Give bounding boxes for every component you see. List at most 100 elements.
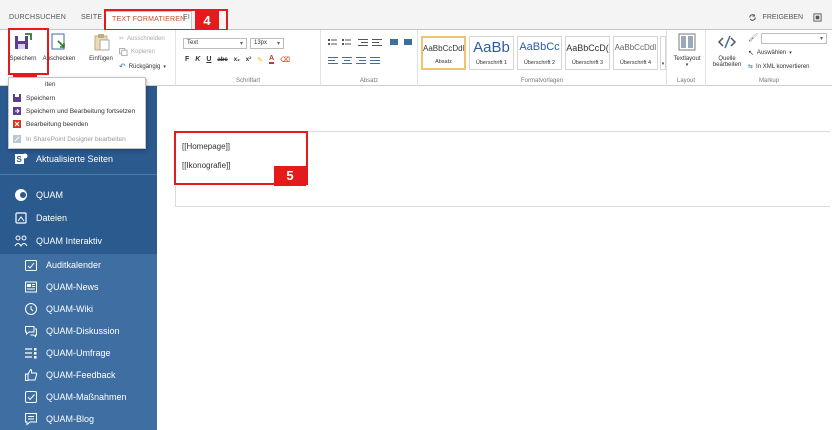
style-sample: AaBbCcDdI	[614, 43, 657, 52]
paste-button[interactable]: Einfügen	[84, 32, 118, 62]
annotation-box-6	[8, 28, 49, 75]
font-color-icon[interactable]: A	[268, 55, 275, 64]
thumbs-up-icon	[25, 368, 38, 381]
nav-item-label: Auditkalender	[46, 260, 102, 270]
chevron-down-icon: ▾	[789, 50, 792, 56]
style-sample: AaBbCcD(	[566, 43, 609, 53]
layout-group-label: Layout	[676, 78, 695, 84]
annotation-badge-5: 5	[274, 166, 306, 186]
undo-icon: ↶	[119, 62, 126, 71]
editor-bottom-border	[175, 206, 830, 207]
style-absatz[interactable]: AaBbCcDdI Absatz	[421, 36, 466, 70]
copy-button[interactable]: Kopieren	[119, 48, 155, 56]
menu-item-sharepoint-designer[interactable]: In SharePoint Designer bearbeiten	[13, 135, 126, 143]
cut-label: Ausschneiden	[127, 35, 165, 42]
nav-quam-umfrage[interactable]: QUAM-Umfrage	[0, 342, 157, 364]
font-family-select[interactable]: Text ▾	[183, 38, 247, 49]
tab-seite[interactable]: SEITE	[81, 14, 102, 21]
strikethrough-button[interactable]: abc	[217, 57, 227, 63]
menu-item-label: Bearbeitung beenden	[26, 120, 89, 128]
subscript-button[interactable]: x₂	[234, 57, 240, 63]
nav-auditkalender[interactable]: Auditkalender	[0, 254, 157, 276]
list-indent-icons[interactable]	[328, 38, 414, 48]
nav-item-label: QUAM-Feedback	[46, 370, 116, 380]
markup-style-select[interactable]: ▾	[761, 33, 827, 44]
save-icon	[13, 94, 21, 102]
text-layout-button[interactable]: Textlayout ▾	[670, 32, 704, 68]
edit-source-button[interactable]: Quelle bearbeiten	[710, 32, 744, 68]
menu-item-partial[interactable]: iten	[45, 81, 55, 88]
paste-icon	[94, 34, 110, 51]
align-icons[interactable]	[328, 56, 384, 66]
edit-source-label-2: bearbeiten	[712, 62, 742, 68]
clear-format-icon[interactable]: ⌫	[280, 56, 290, 64]
style-name: Überschrift 3	[571, 60, 604, 66]
close-icon	[13, 120, 21, 128]
nav-item-label: QUAM-Umfrage	[46, 348, 111, 358]
style-heading-4[interactable]: AaBbCcDdI Überschrift 4	[613, 36, 658, 70]
superscript-button[interactable]: x²	[246, 57, 251, 63]
menu-item-save-continue[interactable]: Speichern und Bearbeitung fortsetzen	[13, 107, 135, 115]
paragraph-group-label: Absatz	[359, 78, 379, 84]
nav-quam-massnahmen[interactable]: QUAM-Maßnahmen	[0, 386, 157, 408]
style-sample: AaBbCcDdI	[423, 44, 464, 53]
nav-quam-wiki[interactable]: QUAM-Wiki	[0, 298, 157, 320]
convert-xml-button[interactable]: ⇆ In XML konvertieren	[748, 63, 810, 71]
menu-item-label: In SharePoint Designer bearbeiten	[26, 135, 126, 143]
nav-files[interactable]: Dateien	[0, 207, 157, 229]
undo-button[interactable]: ↶ Rückgängig ▾	[119, 62, 166, 71]
nav-divider	[0, 174, 157, 175]
cut-button[interactable]: ✂ Ausschneiden	[119, 35, 165, 43]
style-heading-3[interactable]: AaBbCcD( Überschrift 3	[565, 36, 610, 70]
nav-quam-interaktiv[interactable]: QUAM Interaktiv	[0, 230, 157, 252]
checkbox-icon	[25, 391, 37, 403]
ribbon-group-layout: Textlayout ▾ Layout	[667, 30, 706, 86]
sync-icon	[748, 14, 756, 21]
tab-durchsuchen[interactable]: DURCHSUCHEN	[9, 14, 66, 21]
styles-more-button[interactable]: ▾	[660, 36, 666, 70]
chevron-down-icon: ▾	[685, 62, 689, 68]
ribbon-group-paragraph: Absatz	[321, 30, 418, 86]
nav-quam[interactable]: QUAM	[0, 184, 157, 206]
nav-item-label: QUAM-Maßnahmen	[46, 392, 127, 402]
select-button[interactable]: ↖ Auswählen ▾	[748, 49, 792, 57]
style-heading-1[interactable]: AaBb Überschrift 1	[469, 36, 514, 70]
highlight-color-icon[interactable]: ✎	[257, 56, 263, 64]
style-name: Überschrift 2	[523, 60, 556, 66]
underline-button[interactable]: U	[206, 56, 211, 63]
checkout-icon	[51, 33, 65, 50]
font-size-select[interactable]: 13px ▾	[250, 38, 284, 49]
nav-quam-diskussion[interactable]: QUAM-Diskussion	[0, 320, 157, 342]
scissors-icon: ✂	[119, 36, 125, 42]
menu-item-stop-editing[interactable]: Bearbeitung beenden	[13, 120, 88, 128]
nav-quam-interaktiv-label: QUAM Interaktiv	[36, 236, 103, 246]
nav-quam-feedback[interactable]: QUAM-Feedback	[0, 364, 157, 386]
menu-item-label: Speichern	[26, 94, 56, 102]
style-heading-2[interactable]: AaBbCc Überschrift 2	[517, 36, 562, 70]
menu-item-save[interactable]: Speichern	[13, 94, 55, 102]
blog-icon	[25, 413, 37, 426]
bold-button[interactable]: F	[185, 56, 189, 63]
style-sample: AaBbCc	[519, 41, 560, 53]
font-size-value: 13px	[254, 40, 268, 46]
style-sample: AaBb	[473, 39, 510, 56]
nav-quam-blog[interactable]: QUAM-Blog	[0, 408, 157, 430]
nav-quam-news[interactable]: QUAM-News	[0, 276, 157, 298]
sharepoint-designer-icon	[13, 135, 21, 143]
styles-group-label: Formatvorlagen	[520, 78, 564, 84]
style-name: Überschrift 4	[619, 60, 652, 66]
italic-button[interactable]: K	[195, 56, 200, 63]
save-continue-icon	[13, 107, 21, 115]
ribbon-group-font: Text ▾ 13px ▾ F K U abc x₂ x² ✎ A ⌫ Schr…	[176, 30, 321, 86]
annotation-badge-4: 4	[195, 11, 219, 31]
calendar-icon	[25, 260, 37, 271]
nav-item-label: QUAM-News	[46, 282, 99, 292]
quam-logo-icon	[15, 189, 27, 201]
ribbon-group-markup: Quelle bearbeiten ▾ 🖌 ↖ Auswählen ▾ ⇆ In…	[706, 30, 832, 86]
share-button[interactable]: FREIGEBEN	[748, 13, 822, 22]
source-code-icon	[717, 35, 737, 49]
chevron-down-icon: ▾	[163, 63, 166, 70]
nav-recent-pages[interactable]: S Aktualisierte Seiten	[0, 148, 157, 170]
nav-quam-label: QUAM	[36, 190, 63, 200]
focus-icon[interactable]	[813, 13, 822, 22]
